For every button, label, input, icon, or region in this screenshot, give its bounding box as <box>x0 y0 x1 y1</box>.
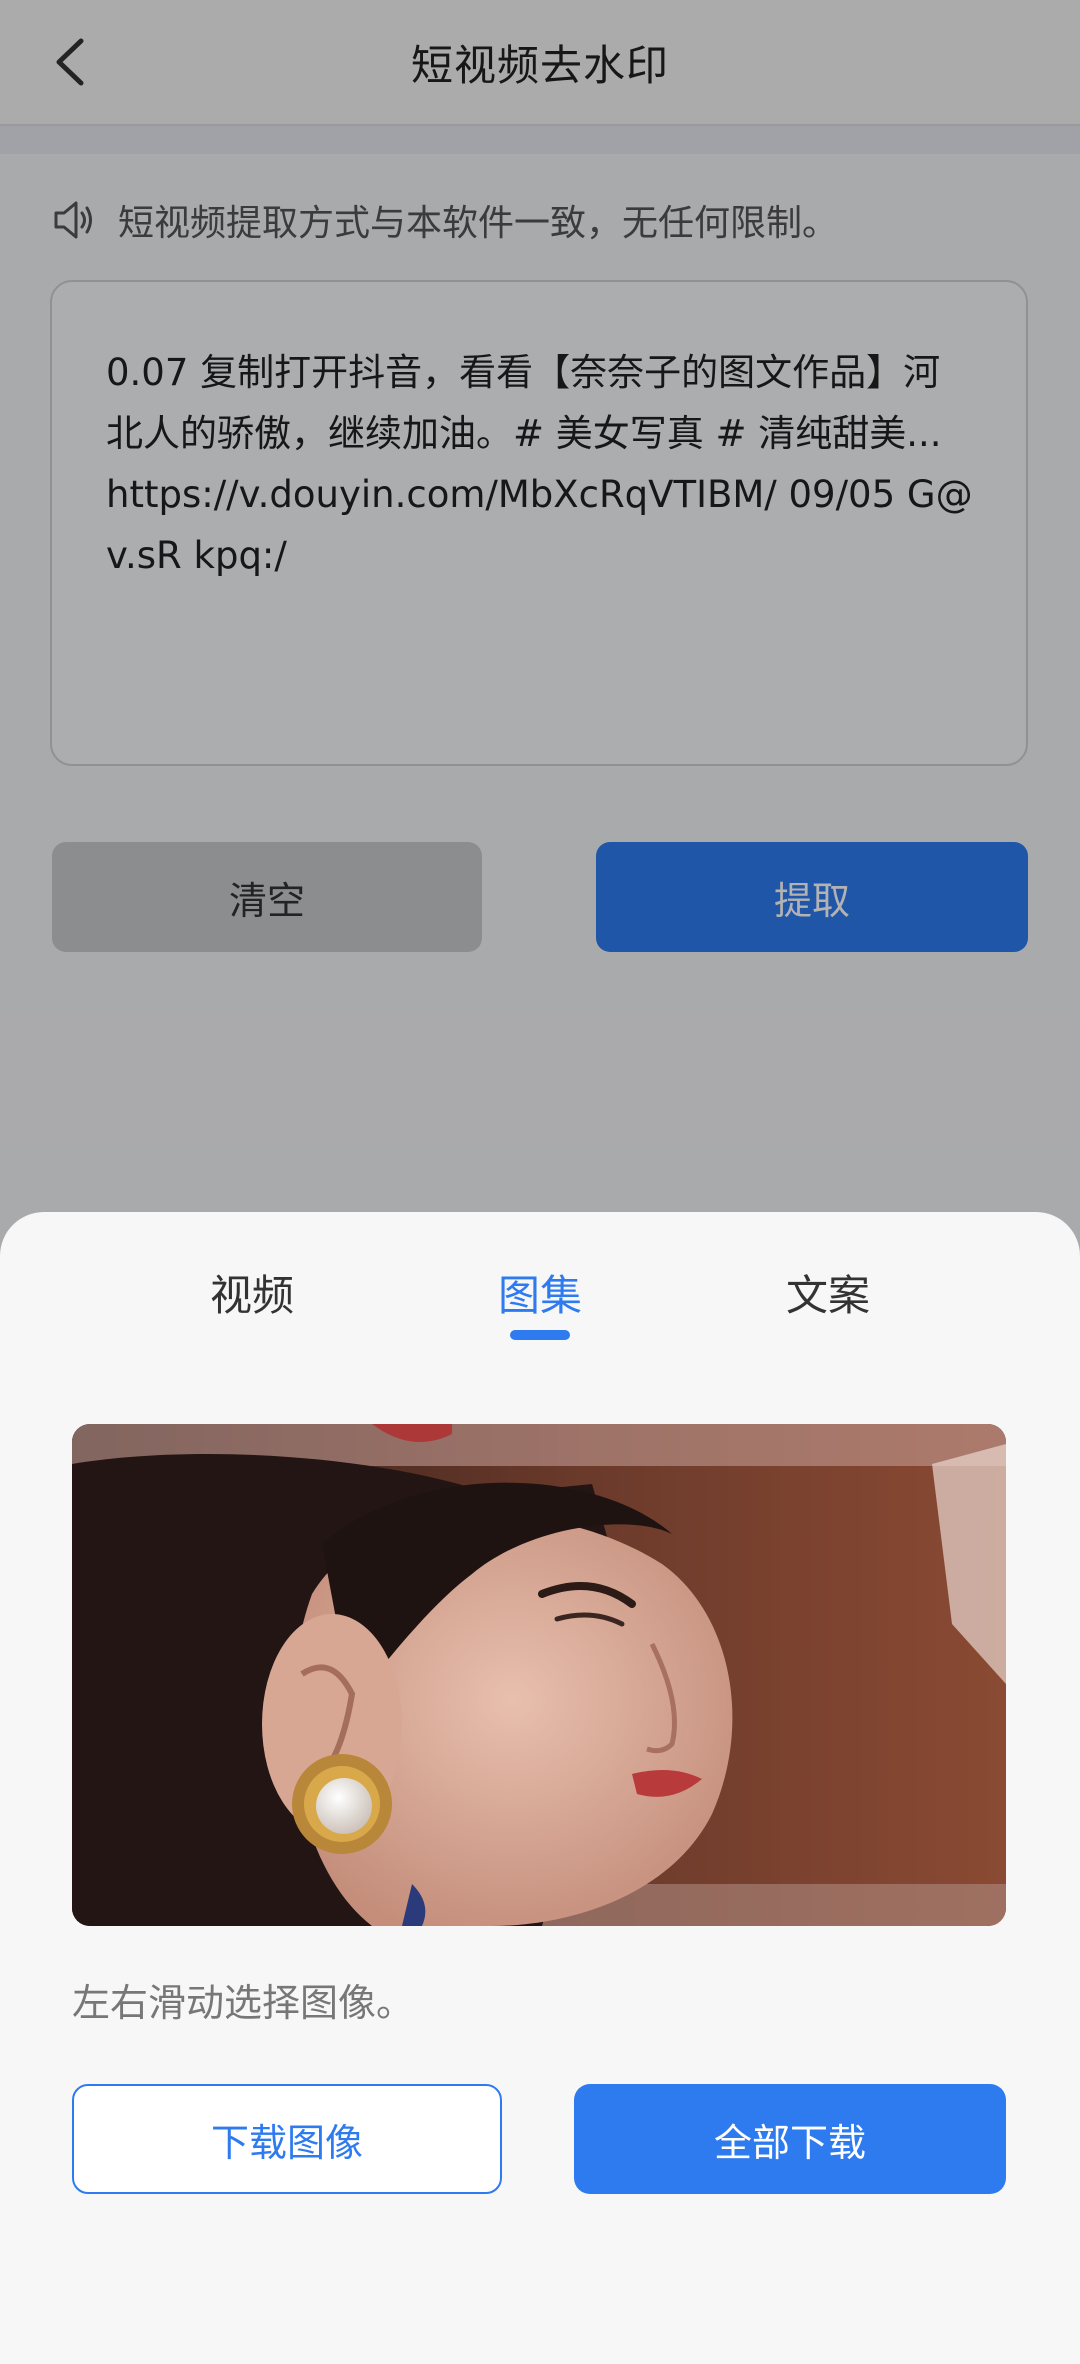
result-sheet: 视频 图集 文案 左右滑动选择图像。 下载图像 全部下载 <box>0 1212 1080 2364</box>
tab-video[interactable]: 视频 <box>152 1262 352 1342</box>
download-image-button[interactable]: 下载图像 <box>72 2084 502 2194</box>
tab-caption[interactable]: 文案 <box>728 1262 928 1342</box>
swipe-hint: 左右滑动选择图像。 <box>72 1981 415 2025</box>
download-all-button[interactable]: 全部下载 <box>574 2084 1006 2194</box>
gallery-image[interactable] <box>72 1424 1006 1926</box>
tab-active-indicator <box>510 1330 570 1340</box>
portrait-photo <box>72 1424 1006 1926</box>
